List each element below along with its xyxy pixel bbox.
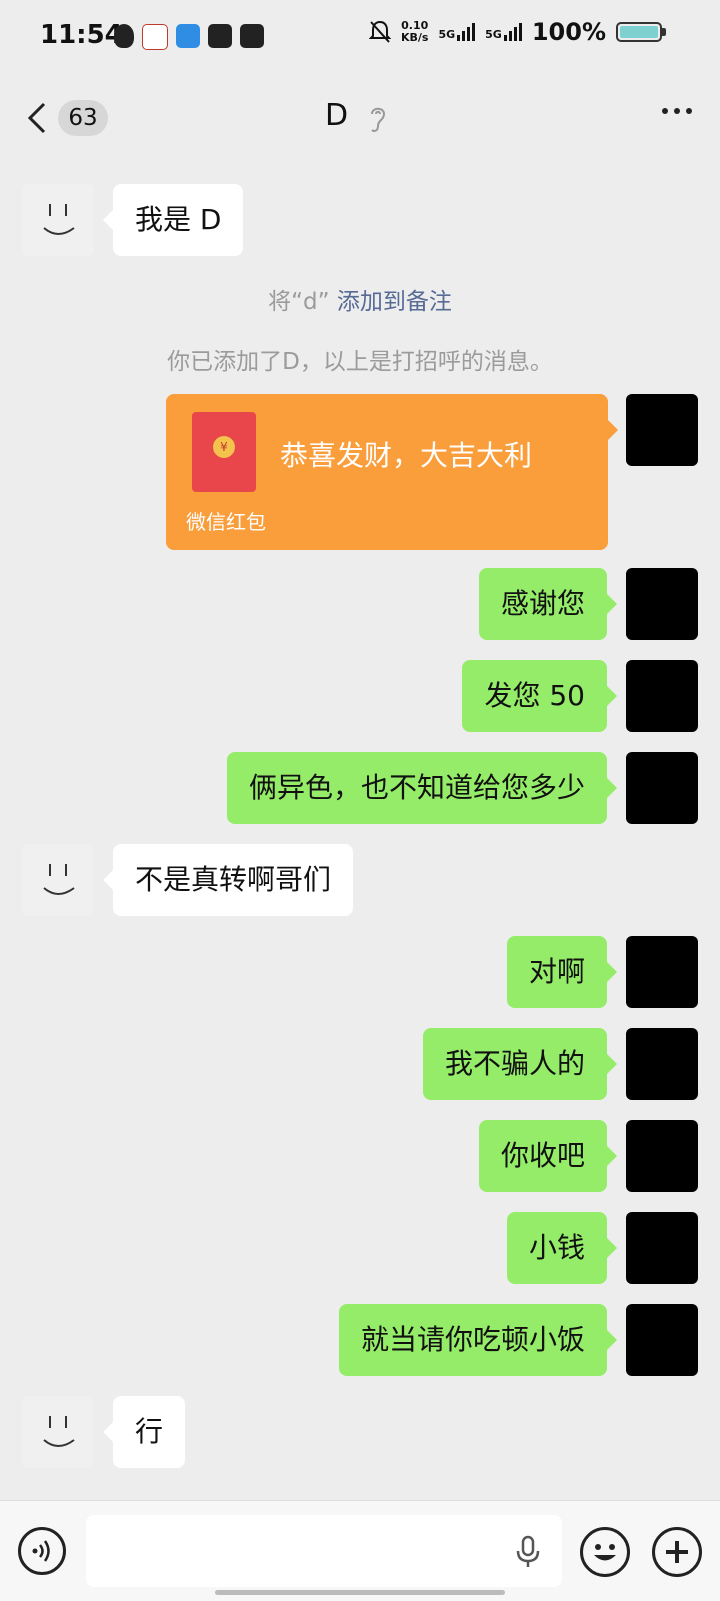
- message-row: 小钱: [0, 1212, 720, 1284]
- message-bubble[interactable]: 你收吧: [478, 1120, 618, 1192]
- message-input[interactable]: [86, 1515, 562, 1587]
- status-bar: 11:54 0.10 KB/s 5G 5G 100%: [0, 0, 720, 78]
- mute-bell-icon: [368, 20, 391, 43]
- system-message-added: 你已添加了D，以上是打招呼的消息。: [167, 349, 553, 375]
- message-row: 你收吧: [0, 1120, 720, 1192]
- system-message-remark: 将“d” 添加到备注: [268, 289, 452, 315]
- my-avatar[interactable]: [626, 1212, 698, 1284]
- chat-header: 63 D: [0, 78, 720, 160]
- voice-icon[interactable]: [18, 1527, 66, 1575]
- contact-avatar[interactable]: [22, 184, 94, 256]
- unread-badge[interactable]: 63: [58, 100, 108, 136]
- message-bubble[interactable]: 行: [102, 1396, 186, 1468]
- add-remark-link[interactable]: 添加到备注: [337, 289, 452, 315]
- battery-icon: [616, 22, 666, 42]
- red-packet-title: 恭喜发财，大吉大利: [280, 439, 533, 472]
- red-packet-icon: ¥: [192, 412, 256, 492]
- ear-icon: [371, 107, 386, 132]
- status-time: 11:54: [40, 20, 123, 50]
- my-avatar[interactable]: [626, 752, 698, 824]
- my-avatar[interactable]: [626, 568, 698, 640]
- message-bubble[interactable]: 我是 D: [102, 184, 244, 256]
- message-row: 行: [0, 1396, 720, 1468]
- chat-title: D: [325, 98, 349, 133]
- my-avatar[interactable]: [626, 1304, 698, 1376]
- message-row: 对啊: [0, 936, 720, 1008]
- message-bubble[interactable]: 不是真转啊哥们: [102, 844, 354, 916]
- weibo-icon: [176, 24, 200, 48]
- message-row: 我是 D: [0, 184, 720, 256]
- message-bubble[interactable]: 我不骗人的: [422, 1028, 618, 1100]
- message-bubble[interactable]: 发您 50: [462, 660, 617, 732]
- mic-icon[interactable]: [514, 1535, 542, 1569]
- contact-avatar[interactable]: [22, 1396, 94, 1468]
- emoji-icon[interactable]: [580, 1527, 630, 1577]
- my-avatar[interactable]: [626, 1120, 698, 1192]
- message-row: 不是真转啊哥们: [0, 844, 720, 916]
- message-bubble[interactable]: 小钱: [506, 1212, 618, 1284]
- more-dots-icon[interactable]: [662, 108, 692, 114]
- message-bubble[interactable]: 就当请你吃顿小饭: [338, 1304, 618, 1376]
- contact-avatar[interactable]: [22, 844, 94, 916]
- my-avatar[interactable]: [626, 394, 698, 466]
- red-packet-label: 微信红包: [186, 510, 266, 534]
- signal-sim1: 5G: [438, 23, 476, 41]
- red-packet-bubble[interactable]: ¥ 恭喜发财，大吉大利 微信红包: [166, 394, 618, 550]
- mail-icon: [208, 24, 232, 48]
- battery-percent: 100%: [531, 18, 606, 46]
- telegram-icon: [240, 24, 264, 48]
- input-bar: [0, 1500, 720, 1601]
- message-bubble[interactable]: 对啊: [506, 936, 618, 1008]
- message-row: 感谢您: [0, 568, 720, 640]
- status-app-icons: [114, 24, 264, 50]
- message-row: 我不骗人的: [0, 1028, 720, 1100]
- message-bubble[interactable]: 感谢您: [478, 568, 618, 640]
- my-avatar[interactable]: [626, 936, 698, 1008]
- my-avatar[interactable]: [626, 660, 698, 732]
- net-speed: 0.10 KB/s: [400, 19, 429, 44]
- kfc-icon: [142, 24, 168, 50]
- message-row: 发您 50: [0, 660, 720, 732]
- signal-sim2: 5G: [485, 23, 522, 41]
- message-list[interactable]: 我是 D 将“d” 添加到备注 你已添加了D，以上是打招呼的消息。 ¥ 恭喜发财…: [0, 170, 720, 1500]
- status-right: 0.10 KB/s 5G 5G 100%: [368, 18, 666, 46]
- home-indicator[interactable]: [215, 1590, 505, 1595]
- message-row: 俩异色，也不知道给您多少: [0, 752, 720, 824]
- plus-icon[interactable]: [652, 1527, 702, 1577]
- message-row: 就当请你吃顿小饭: [0, 1304, 720, 1376]
- qq-icon: [114, 24, 134, 48]
- my-avatar[interactable]: [626, 1028, 698, 1100]
- message-bubble[interactable]: 俩异色，也不知道给您多少: [226, 752, 618, 824]
- chevron-left-icon[interactable]: [26, 100, 50, 136]
- message-row: ¥ 恭喜发财，大吉大利 微信红包: [0, 394, 720, 550]
